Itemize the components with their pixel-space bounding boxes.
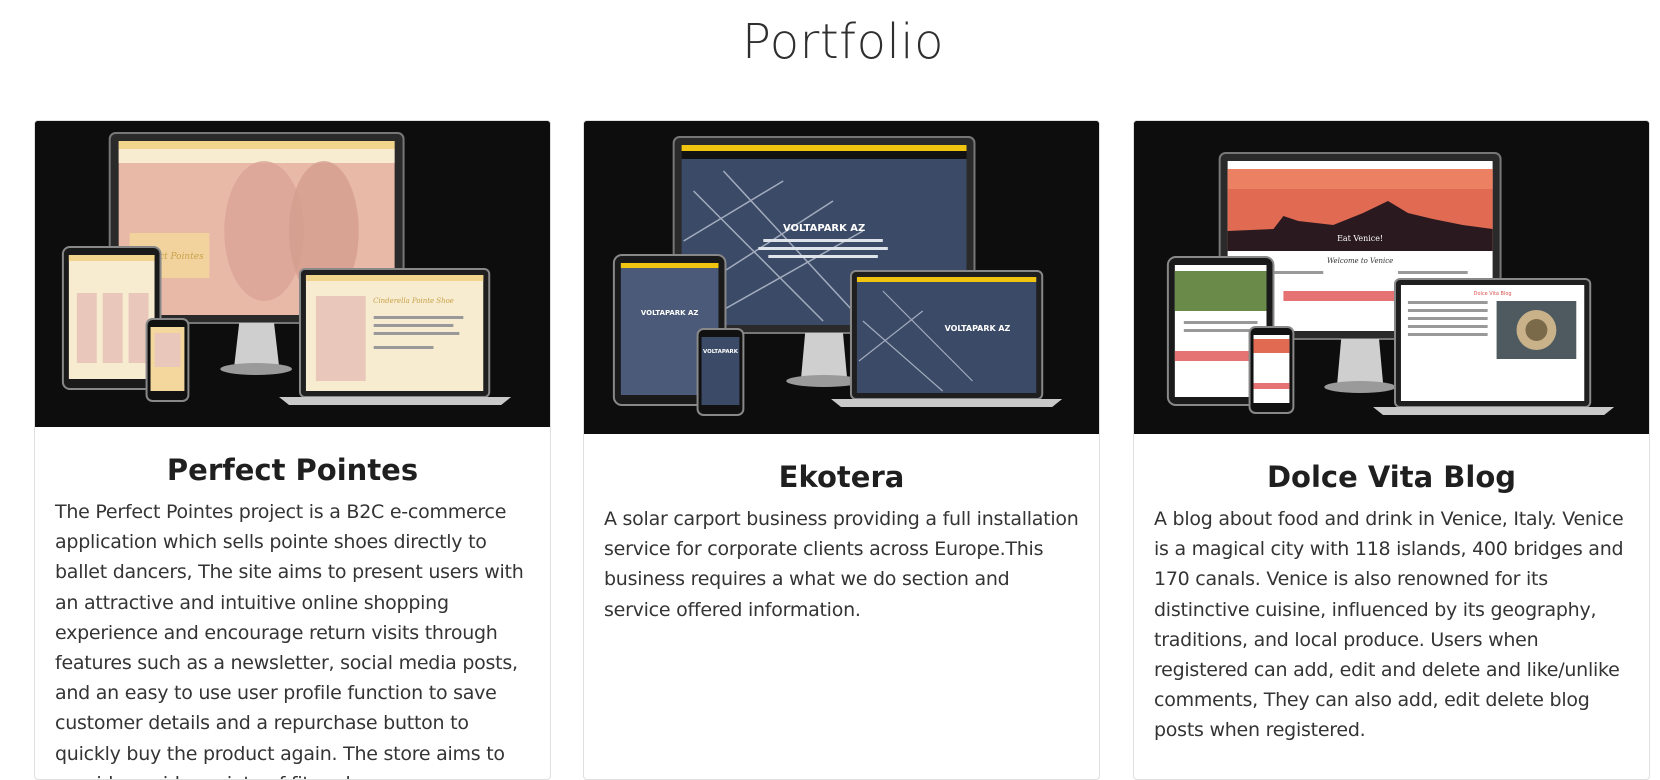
svg-text:VOLTAPARK: VOLTAPARK <box>703 349 739 355</box>
project-image-perfect-pointes[interactable]: Perfect Pointes Cinderella Pointe Shoe <box>35 121 550 427</box>
device-mockup-image: VOLTAPARK AZ VOLTAPARK AZ VOLTAPARK VOLT… <box>584 121 1099 434</box>
project-image-ekotera[interactable]: VOLTAPARK AZ VOLTAPARK AZ VOLTAPARK VOLT… <box>584 121 1099 434</box>
project-card-perfect-pointes[interactable]: Perfect Pointes Cinderella Pointe Shoe P… <box>34 120 551 780</box>
svg-text:Welcome to Venice: Welcome to Venice <box>1327 257 1393 265</box>
project-title[interactable]: Ekotera <box>604 460 1079 494</box>
project-title[interactable]: Dolce Vita Blog <box>1154 460 1629 494</box>
project-description: A blog about food and drink in Venice, I… <box>1154 508 1624 742</box>
svg-text:Cinderella Pointe Shoe: Cinderella Pointe Shoe <box>373 297 454 305</box>
project-title[interactable]: Perfect Pointes <box>55 453 530 487</box>
svg-text:VOLTAPARK AZ: VOLTAPARK AZ <box>641 309 698 317</box>
svg-text:Eat Venice!: Eat Venice! <box>1337 234 1383 243</box>
project-image-dolce-vita-blog[interactable]: Eat Venice! Welcome to Venice Dolce Vita… <box>1134 121 1649 434</box>
project-description: The Perfect Pointes project is a B2C e-c… <box>55 501 524 779</box>
device-mockup-image: Perfect Pointes Cinderella Pointe Shoe <box>35 121 550 427</box>
project-description: A solar carport business providing a ful… <box>604 508 1079 621</box>
device-mockup-image: Eat Venice! Welcome to Venice Dolce Vita… <box>1134 121 1649 434</box>
svg-text:Dolce Vita Blog: Dolce Vita Blog <box>1474 291 1512 297</box>
project-card-ekotera[interactable]: VOLTAPARK AZ VOLTAPARK AZ VOLTAPARK VOLT… <box>583 120 1100 780</box>
svg-text:VOLTAPARK AZ: VOLTAPARK AZ <box>945 324 1011 333</box>
page-title: Portfolio <box>742 14 944 70</box>
svg-text:VOLTAPARK AZ: VOLTAPARK AZ <box>783 223 865 234</box>
project-card-dolce-vita-blog[interactable]: Eat Venice! Welcome to Venice Dolce Vita… <box>1133 120 1650 780</box>
